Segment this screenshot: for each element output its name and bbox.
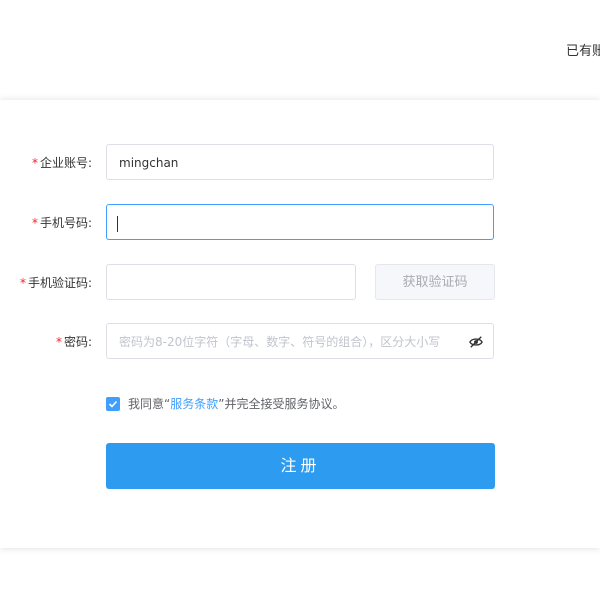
required-mark: * (19, 276, 26, 290)
account-input[interactable]: mingchan (106, 144, 494, 180)
password-label: * 密码: (55, 335, 92, 349)
account-label: * 企业账号: (31, 156, 92, 170)
phone-label: * 手机号码: (31, 216, 92, 230)
agreement-checkbox[interactable] (106, 396, 120, 411)
password-placeholder: 密码为8-20位字符（字母、数字、符号的组合），区分大小写 (119, 335, 441, 349)
required-mark: * (31, 216, 38, 230)
sms-code-input[interactable] (106, 264, 356, 300)
sms-code-label: * 手机验证码: (19, 276, 92, 290)
required-mark: * (55, 335, 62, 349)
login-link[interactable]: 已有账号 (566, 40, 600, 59)
check-icon (108, 400, 118, 408)
phone-row: * 手机号码: (0, 204, 600, 242)
top-bar: 已有账号 (0, 0, 600, 100)
account-row: * 企业账号: mingchan (0, 144, 600, 182)
required-mark: * (31, 156, 38, 170)
register-button[interactable]: 注册 (106, 443, 495, 489)
agreement-suffix: ”并完全接受服务协议。 (218, 397, 345, 411)
text-caret (117, 215, 118, 232)
get-code-button[interactable]: 获取验证码 (375, 264, 495, 300)
password-input[interactable]: 密码为8-20位字符（字母、数字、符号的组合），区分大小写 (106, 323, 494, 359)
terms-link[interactable]: 服务条款 (170, 397, 218, 411)
phone-input[interactable] (106, 204, 494, 240)
eye-off-icon[interactable] (469, 335, 483, 349)
sms-code-row: * 手机验证码: 获取验证码 (0, 264, 600, 302)
agreement-prefix: 我同意“ (128, 397, 171, 411)
password-row: * 密码: 密码为8-20位字符（字母、数字、符号的组合），区分大小写 (0, 323, 600, 361)
agreement: 我同意“服务条款”并完全接受服务协议。 (106, 395, 344, 411)
